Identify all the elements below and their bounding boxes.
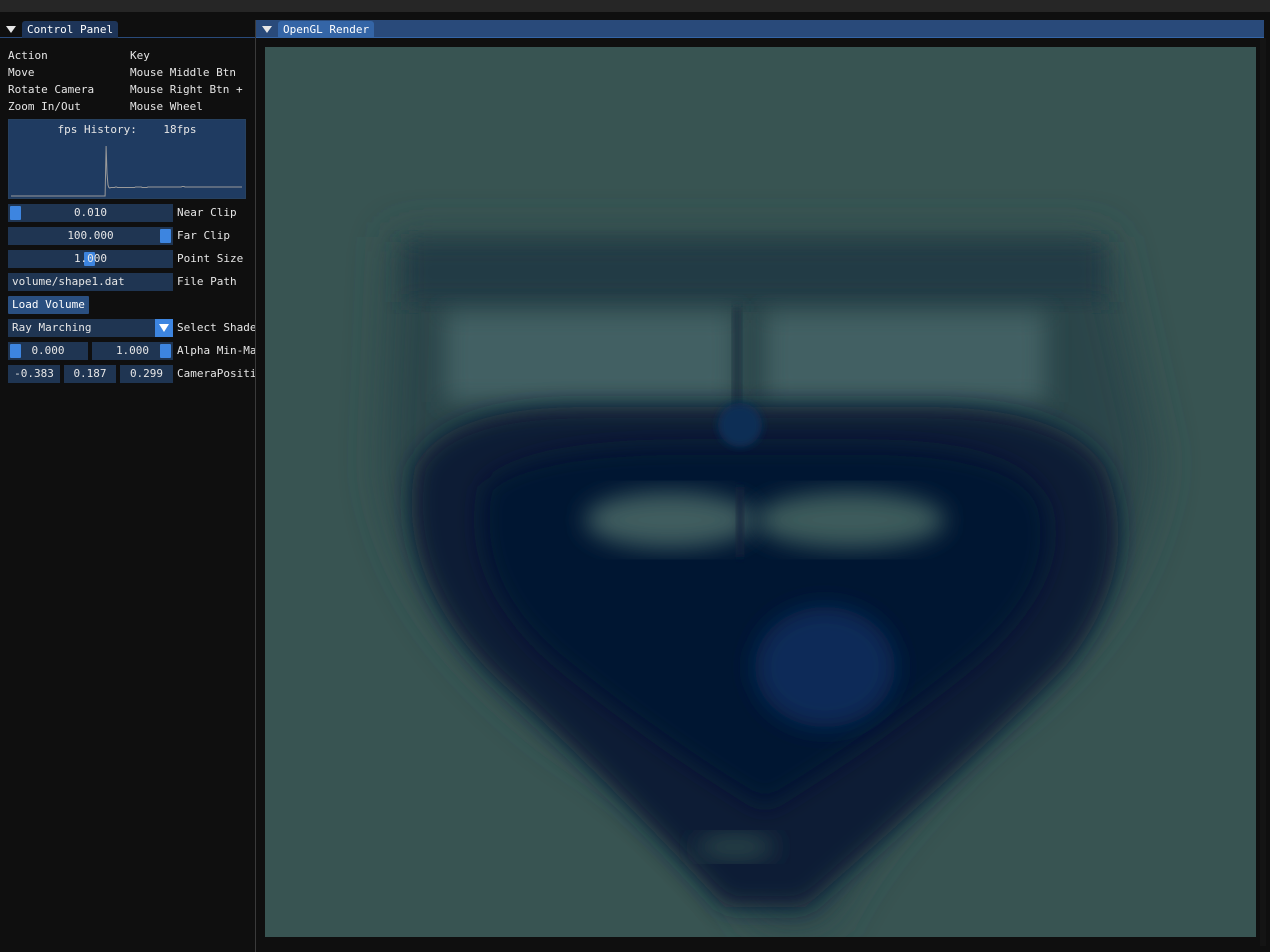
app-top-bar [0, 0, 1270, 12]
render-window-tab[interactable]: OpenGL Render [278, 21, 375, 38]
far-clip-slider[interactable]: 100.000 [8, 227, 173, 245]
keybind-key-move: Mouse Middle Btn [130, 66, 236, 79]
combo-dropdown-button[interactable] [155, 319, 173, 337]
file-path-input[interactable]: volume/shape1.dat [8, 273, 173, 291]
camera-position-x-value: -0.383 [14, 367, 54, 380]
collapse-triangle-icon[interactable] [5, 23, 17, 35]
shader-select-label: Select Shader [177, 321, 255, 334]
fps-history-line [11, 145, 242, 197]
camera-position-z-input[interactable]: 0.299 [120, 365, 173, 383]
camera-position-y-value: 0.187 [73, 367, 107, 380]
keybind-header-key: Key [130, 49, 150, 62]
near-clip-slider[interactable]: 0.010 [8, 204, 173, 222]
alpha-max-value: 1.000 [115, 344, 150, 357]
far-clip-value: 100.000 [67, 229, 114, 242]
render-viewport[interactable] [265, 47, 1256, 937]
point-size-slider[interactable]: 1.000 [8, 250, 173, 268]
file-path-value: volume/shape1.dat [12, 275, 125, 288]
volume-render-image [265, 47, 1256, 937]
keybind-key-zoom: Mouse Wheel [130, 100, 203, 113]
file-path-label: File Path [177, 275, 237, 288]
alpha-min-value: 0.000 [31, 344, 65, 357]
near-clip-value: 0.010 [73, 206, 108, 219]
near-clip-label: Near Clip [177, 206, 237, 219]
chevron-down-icon [159, 324, 169, 332]
alpha-min-max-label: Alpha Min-Max [177, 344, 255, 357]
load-volume-button[interactable]: Load Volume [8, 296, 89, 314]
alpha-max-slider[interactable]: 1.000 [92, 342, 173, 360]
shader-select-value: Ray Marching [12, 321, 92, 334]
keybind-header-action: Action [8, 49, 48, 62]
control-panel-window: Control Panel Action Key Move Mouse Midd… [0, 20, 256, 952]
point-size-label: Point Size [177, 252, 244, 265]
fps-history-label: fps History: 18fps [57, 123, 197, 136]
camera-position-y-input[interactable]: 0.187 [64, 365, 116, 383]
collapse-triangle-icon[interactable] [261, 23, 273, 35]
keybind-action-rotate: Rotate Camera [8, 83, 95, 96]
control-panel-tab[interactable]: Control Panel [22, 21, 119, 38]
keybind-key-rotate: Mouse Right Btn + [130, 83, 243, 96]
render-window-title-bar[interactable]: OpenGL Render [256, 20, 1264, 38]
camera-position-x-input[interactable]: -0.383 [8, 365, 60, 383]
keybind-action-move: Move [8, 66, 35, 79]
control-panel-title-bar[interactable]: Control Panel [0, 20, 255, 38]
point-size-value: 1.000 [73, 252, 108, 265]
keybind-action-zoom: Zoom In/Out [8, 100, 81, 113]
render-window-scrollbar[interactable] [1260, 38, 1266, 946]
camera-position-z-value: 0.299 [129, 367, 164, 380]
opengl-render-window: OpenGL Render [256, 20, 1270, 952]
alpha-min-slider[interactable]: 0.000 [8, 342, 88, 360]
far-clip-label: Far Clip [177, 229, 230, 242]
shader-select-combo[interactable]: Ray Marching [8, 319, 173, 337]
fps-history-plot[interactable]: fps History: 18fps [8, 119, 246, 199]
camera-position-label: CameraPosition [177, 367, 255, 380]
